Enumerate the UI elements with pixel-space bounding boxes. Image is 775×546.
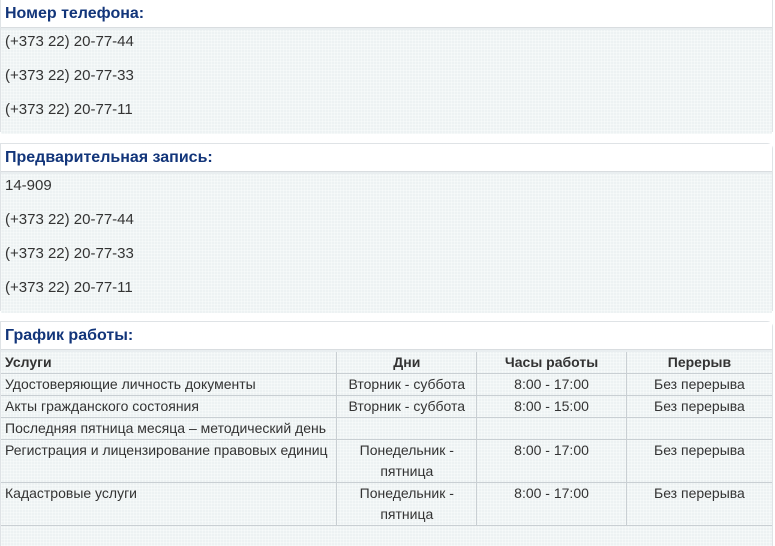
table-row: Кадастровые услуги Понедельник - пятница… bbox=[1, 482, 772, 526]
booking-list: 14-909 (+373 22) 20-77-44 (+373 22) 20-7… bbox=[1, 172, 772, 313]
days-cell: Понедельник - пятница bbox=[336, 482, 477, 526]
service-cell: Последняя пятница месяца – методический … bbox=[1, 417, 337, 440]
header-hours: Часы работы bbox=[476, 350, 627, 374]
table-row: Акты гражданского состояния Вторник - су… bbox=[1, 395, 772, 418]
schedule-section: График работы: Услуги Дни Часы работы Пе… bbox=[0, 321, 773, 546]
schedule-section-title: График работы: bbox=[1, 322, 772, 352]
phone-number: (+373 22) 20-77-33 bbox=[5, 67, 134, 84]
booking-section-title: Предварительная запись: bbox=[1, 144, 772, 174]
service-cell: Регистрация и лицензирование правовых ед… bbox=[1, 439, 337, 483]
days-cell: Вторник - суббота bbox=[336, 395, 477, 418]
booking-number: (+373 22) 20-77-11 bbox=[5, 279, 133, 296]
header-days: Дни bbox=[336, 350, 477, 374]
hours-cell: 8:00 - 17:00 bbox=[476, 373, 627, 396]
header-services: Услуги bbox=[1, 350, 337, 374]
booking-number: (+373 22) 20-77-33 bbox=[5, 245, 134, 262]
break-cell: Без перерыва bbox=[625, 482, 772, 526]
schedule-table: Услуги Дни Часы работы Перерыв Удостовер… bbox=[1, 350, 772, 526]
days-cell: Понедельник - пятница bbox=[336, 439, 477, 483]
service-cell: Акты гражданского состояния bbox=[1, 395, 337, 418]
header-break: Перерыв bbox=[625, 350, 772, 374]
booking-section: Предварительная запись: 14-909 (+373 22)… bbox=[0, 143, 773, 313]
phone-section-title: Номер телефона: bbox=[1, 0, 772, 30]
break-cell: Без перерыва bbox=[625, 373, 772, 396]
table-row: Удостоверяющие личность документы Вторни… bbox=[1, 373, 772, 396]
table-row: Последняя пятница месяца – методический … bbox=[1, 417, 772, 440]
service-cell: Удостоверяющие личность документы bbox=[1, 373, 337, 396]
phone-number: (+373 22) 20-77-11 bbox=[5, 101, 133, 118]
phone-list: (+373 22) 20-77-44 (+373 22) 20-77-33 (+… bbox=[1, 28, 772, 134]
table-row: Регистрация и лицензирование правовых ед… bbox=[1, 439, 772, 483]
days-cell: Вторник - суббота bbox=[336, 373, 477, 396]
schedule-table-wrap: Услуги Дни Часы работы Перерыв Удостовер… bbox=[1, 350, 772, 546]
break-cell: Без перерыва bbox=[625, 395, 772, 418]
break-cell: Без перерыва bbox=[625, 439, 772, 483]
hours-cell: 8:00 - 15:00 bbox=[476, 395, 627, 418]
break-cell bbox=[625, 417, 772, 440]
hours-cell: 8:00 - 17:00 bbox=[476, 482, 627, 526]
phone-section: Номер телефона: (+373 22) 20-77-44 (+373… bbox=[0, 0, 773, 134]
table-header-row: Услуги Дни Часы работы Перерыв bbox=[1, 350, 772, 374]
hours-cell: 8:00 - 17:00 bbox=[476, 439, 627, 483]
page: Номер телефона: (+373 22) 20-77-44 (+373… bbox=[0, 0, 775, 546]
booking-number: 14-909 bbox=[5, 177, 52, 194]
days-cell bbox=[336, 417, 477, 440]
phone-number: (+373 22) 20-77-44 bbox=[5, 33, 134, 50]
hours-cell bbox=[476, 417, 627, 440]
booking-number: (+373 22) 20-77-44 bbox=[5, 211, 134, 228]
service-cell: Кадастровые услуги bbox=[1, 482, 337, 526]
